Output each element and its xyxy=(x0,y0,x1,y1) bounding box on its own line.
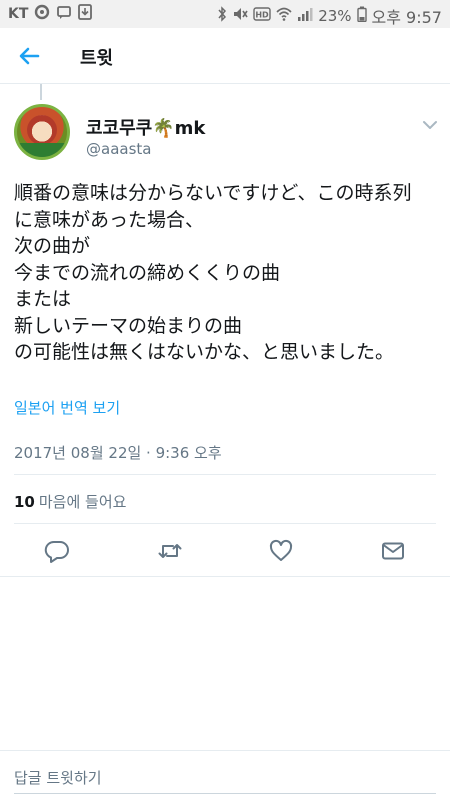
reply-input[interactable]: 답글 트윗하기 xyxy=(14,767,102,788)
status-bar: KT HD 23% 오후 9:57 xyxy=(0,0,450,28)
battery-percent: 23% xyxy=(318,7,352,25)
user-display-name[interactable]: 코코무쿠🌴mk xyxy=(86,114,205,140)
retweet-icon[interactable] xyxy=(157,538,183,564)
bluetooth-icon xyxy=(217,6,227,26)
tweet-line: の可能性は無くはないかな、と思いました。 xyxy=(14,341,395,363)
divider xyxy=(14,474,436,475)
reply-bar: 답글 트윗하기 xyxy=(0,750,450,800)
envelope-icon[interactable] xyxy=(380,538,406,564)
carrier-label: KT xyxy=(8,6,29,22)
tweet-line: 新しいテーマの始まりの曲 xyxy=(14,314,243,337)
signal-icon xyxy=(297,6,313,26)
chevron-down-icon[interactable] xyxy=(422,116,438,129)
reply-icon[interactable] xyxy=(44,538,70,564)
tweet-text: 順番の意味は分からないですけど、この時系列 に意味があった場合、 次の曲が 今ま… xyxy=(14,180,438,366)
tweet-actions xyxy=(0,534,450,568)
divider xyxy=(14,523,436,524)
hd-icon: HD xyxy=(253,7,271,25)
reply-input-underline xyxy=(14,793,436,794)
mute-icon xyxy=(232,6,248,26)
avatar-face xyxy=(27,115,57,145)
tweet-line: 今までの流れの締めくくりの曲 xyxy=(14,261,281,284)
clock: 오후 9:57 xyxy=(371,8,442,27)
user-handle[interactable]: @aaasta xyxy=(86,140,151,158)
heart-icon[interactable] xyxy=(268,538,294,564)
arrow-left-icon[interactable] xyxy=(16,42,44,70)
tweet-line: 次の曲が xyxy=(14,235,91,257)
wifi-icon xyxy=(276,6,292,26)
svg-text:HD: HD xyxy=(256,11,270,20)
tweet-line: または xyxy=(14,288,72,310)
likes-count: 10 xyxy=(14,493,35,511)
avatar[interactable] xyxy=(14,104,70,160)
thread-line xyxy=(40,84,42,100)
tweet-line: に意味があった場合、 xyxy=(14,208,205,231)
section-divider xyxy=(0,576,450,577)
battery-icon xyxy=(356,6,367,26)
settings-circle-icon xyxy=(34,4,50,24)
likes-count-row[interactable]: 10 마음에 들어요 xyxy=(14,491,126,512)
app-header: 트윗 xyxy=(0,28,450,84)
likes-label: 마음에 들어요 xyxy=(38,493,127,511)
translate-link[interactable]: 일본어 번역 보기 xyxy=(14,397,120,418)
message-icon xyxy=(56,4,72,24)
avatar-band xyxy=(17,143,67,157)
page-title: 트윗 xyxy=(80,48,114,69)
download-icon xyxy=(78,4,93,24)
tweet-line: 順番の意味は分からないですけど、この時系列 xyxy=(14,182,412,204)
tweet-timestamp: 2017년 08월 22일 · 9:36 오후 xyxy=(14,444,222,462)
